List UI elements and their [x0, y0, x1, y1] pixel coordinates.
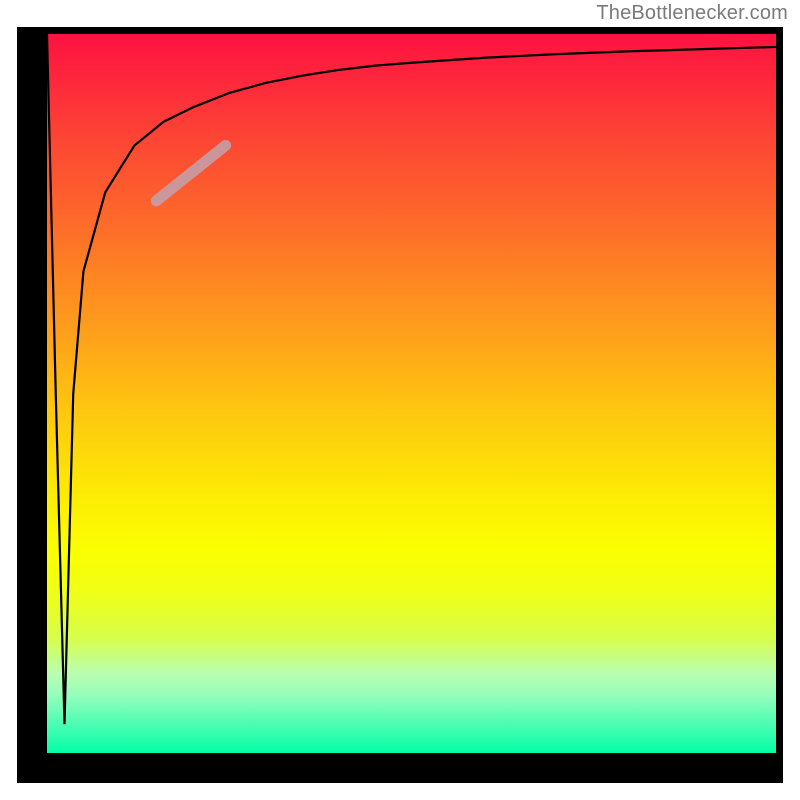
chart-frame	[17, 27, 783, 783]
curve-svg	[47, 34, 776, 753]
bottleneck-curve	[47, 34, 776, 724]
attribution-text: TheBottlenecker.com	[596, 2, 788, 25]
highlight-band	[156, 145, 225, 200]
plot-area	[47, 34, 776, 753]
chart-container: TheBottlenecker.com	[0, 0, 800, 800]
